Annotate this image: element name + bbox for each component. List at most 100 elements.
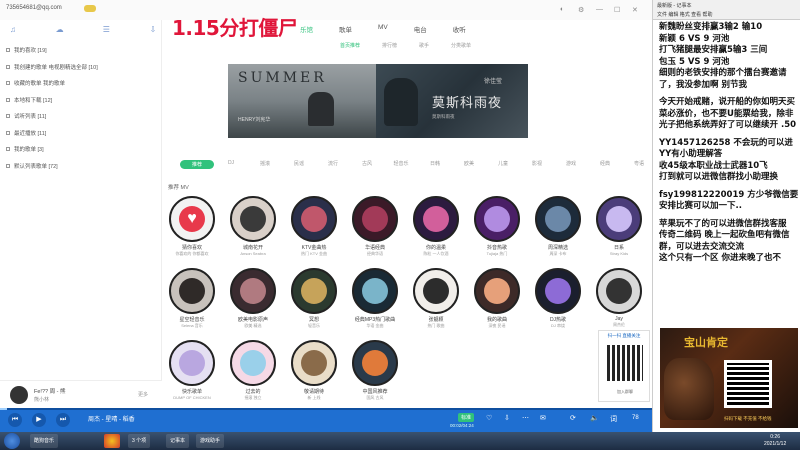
category-tab[interactable]: 民谣 (282, 160, 316, 169)
next-icon[interactable]: ⏭ (56, 413, 70, 427)
playlist-tile[interactable]: KTV金曲热 热门 KTV 金曲 (288, 196, 340, 257)
sub-tab[interactable]: 首页推荐 (340, 42, 360, 49)
category-tab[interactable]: 推荐 (180, 160, 214, 169)
game-ad[interactable]: 宝山肯定 扫码下载 不充值 不给钱 (660, 328, 798, 428)
loop-icon[interactable]: ⟳ (570, 414, 576, 422)
category-tab[interactable]: 游戏 (554, 160, 588, 169)
comment-icon[interactable]: ✉ (540, 414, 546, 422)
lyrics-icon[interactable]: 词 (610, 414, 617, 424)
volume-icon[interactable]: 🔈 (590, 414, 599, 422)
minimize-icon[interactable]: — (596, 6, 603, 13)
download-icon[interactable]: ⇩ (504, 414, 510, 422)
notepad-text[interactable]: 新魏盼丝变排赢3输2 输10 新颖 6 VS 9 河池 打飞猪腿最安排赢5输3 三间… (659, 22, 799, 265)
playlist-tile[interactable]: 冥想 轻音乐 (288, 268, 340, 329)
music-note-icon[interactable]: ♫ (8, 25, 18, 34)
chrome-icon[interactable] (104, 434, 120, 448)
playlist-tile[interactable]: 敬请期待新 上线 (288, 340, 340, 401)
more-button[interactable]: 更多 (138, 391, 148, 398)
playlist-tile[interactable]: DJ热歌 DJ 串烧 (532, 268, 584, 329)
category-tab[interactable]: 粤语 (622, 160, 656, 169)
playlist-tile[interactable]: 城南花开 Anson Seabra (227, 196, 279, 256)
close-icon[interactable]: ✕ (632, 6, 638, 14)
sub-tab[interactable]: 分类歌单 (451, 42, 471, 49)
playlist-name: 我的歌曲 (486, 317, 507, 323)
playlist-tile[interactable]: 周深精选 周深 卡布 (532, 196, 584, 257)
clock[interactable]: 0:26 2021/1/12 (764, 434, 786, 448)
category-tab[interactable]: 摇滚 (248, 160, 282, 169)
nav-tab[interactable]: 乐馆 (300, 24, 313, 34)
download-icon[interactable]: ⇩ (148, 25, 158, 34)
playlist-tile[interactable]: 快乐歌单 DUMP OF CHICKEN (166, 340, 218, 400)
banner-artist: 徐佳莹 (484, 79, 503, 85)
category-tab[interactable]: DJ (214, 160, 248, 169)
notepad-menu[interactable]: 文件 编辑 格式 查看 帮助 (657, 11, 713, 18)
settings-icon[interactable]: ⚙ (578, 6, 584, 14)
account-name[interactable]: 735654681@qq.com (6, 5, 62, 11)
playlist-tile[interactable]: 张靓颖 热门 歌曲 (410, 268, 462, 329)
qr-code-icon[interactable] (607, 345, 643, 381)
start-button[interactable] (4, 433, 20, 449)
playlist-tile[interactable]: 过去的 摇滚 独立 (227, 340, 279, 401)
playlist-tile[interactable]: 中国风推荐 国风 古风 (349, 340, 401, 401)
progress-bar[interactable] (0, 408, 652, 410)
sidebar-item[interactable]: 试听列表 [11] (6, 108, 156, 125)
sidebar-item[interactable]: 最近播放 [11] (6, 125, 156, 142)
category-tab[interactable]: 儿童 (486, 160, 520, 169)
sub-tab[interactable]: 歌手 (419, 42, 429, 49)
sidebar-item[interactable]: 我的歌单 [3] (6, 141, 156, 158)
taskbar-item[interactable]: 3 个项 (128, 434, 151, 448)
nav-tab[interactable]: 收听 (453, 24, 466, 34)
playlist-tile[interactable]: 星空轻音乐 Selena 音乐 (166, 268, 218, 329)
category-tab[interactable]: 流行 (316, 160, 350, 169)
heart-icon[interactable]: ♡ (486, 414, 492, 422)
follow-qr-card: 扫一扫 直播关注 加入群聊 (598, 330, 650, 402)
folder-icon (6, 130, 10, 135)
nav-tab[interactable]: MV (378, 24, 388, 34)
nav-tab[interactable]: 歌单 (339, 24, 352, 34)
quality-badge[interactable]: 标准 (458, 413, 475, 422)
playlist-count[interactable]: 78 (632, 415, 639, 421)
current-song: 周杰 - 星晴 - 稻香 (88, 417, 135, 423)
play-icon[interactable]: ▶ (32, 413, 46, 427)
playlist-tile[interactable]: ♥ 猜你喜欢 你喜欢的 你都喜欢 (166, 196, 218, 257)
previous-icon[interactable]: ⏮ (8, 413, 22, 427)
list-icon[interactable]: ☰ (101, 25, 111, 34)
playlist-cover (596, 268, 642, 314)
playlist-tile[interactable]: 经典MP3热门歌曲 华语 金曲 (349, 268, 401, 329)
playlist-tile[interactable]: 我的歌曲 深夜 民谣 (471, 268, 523, 329)
category-tab[interactable]: 轻音乐 (384, 160, 418, 169)
more-icon[interactable]: ⋯ (522, 414, 529, 422)
qr-code-icon[interactable] (724, 360, 772, 408)
taskbar-item[interactable]: 游戏助手 (196, 434, 225, 448)
app-titlebar: 735654681@qq.com ◐ ⚙ — ☐ ✕ (0, 0, 652, 20)
sidebar-item[interactable]: 默认列表歌单 [72] (6, 158, 156, 175)
playlist-tile[interactable]: 欧美电影原声 欧美 精选 (227, 268, 279, 329)
sub-tab[interactable]: 排行榜 (382, 42, 397, 49)
sidebar-item[interactable]: 收藏的歌单 我的歌单 (6, 75, 156, 92)
category-tab[interactable]: 影视 (520, 160, 554, 169)
category-tab[interactable]: 经典 (588, 160, 622, 169)
category-tab[interactable]: 日韩 (418, 160, 452, 169)
banner-summer[interactable]: SUMMER HENRY刘宪华 (228, 64, 376, 138)
playlist-tile[interactable]: Jay 周杰伦 (593, 268, 645, 328)
cloud-icon[interactable]: ☁ (55, 25, 65, 34)
sidebar-item[interactable]: 我的喜欢 [19] (6, 42, 156, 59)
playlist-tile[interactable]: 华语经典 经典华语 (349, 196, 401, 257)
playlist-cover (169, 340, 215, 386)
playlist-tile[interactable]: 你的温柔 陈粒 一人饮酒 (410, 196, 462, 257)
maximize-icon[interactable]: ☐ (614, 6, 620, 14)
sidebar-item[interactable]: 我创建的歌单 电视剧精选全部 [10] (6, 59, 156, 76)
playlist-cover (291, 340, 337, 386)
playlist-desc: 欧美 精选 (244, 323, 262, 328)
playlist-tile[interactable]: 日系 Stray Kids (593, 196, 645, 256)
skin-icon[interactable]: ◐ (560, 6, 564, 13)
category-tab[interactable]: 欧美 (452, 160, 486, 169)
taskbar-item[interactable]: 酷狗音乐 (30, 434, 59, 448)
banner-moscow-night[interactable]: 徐佳莹 莫斯科雨夜 莫斯科雨夜 (376, 64, 528, 138)
playlist-tile[interactable]: 抖音热歌 Tujiaja 热门 (471, 196, 523, 257)
taskbar-item[interactable]: 记事本 (166, 434, 190, 448)
sidebar-item[interactable]: 本地和下载 [12] (6, 92, 156, 109)
category-tab[interactable]: 古风 (350, 160, 384, 169)
nav-tab[interactable]: 电台 (414, 24, 427, 34)
album-avatar[interactable] (10, 386, 28, 404)
